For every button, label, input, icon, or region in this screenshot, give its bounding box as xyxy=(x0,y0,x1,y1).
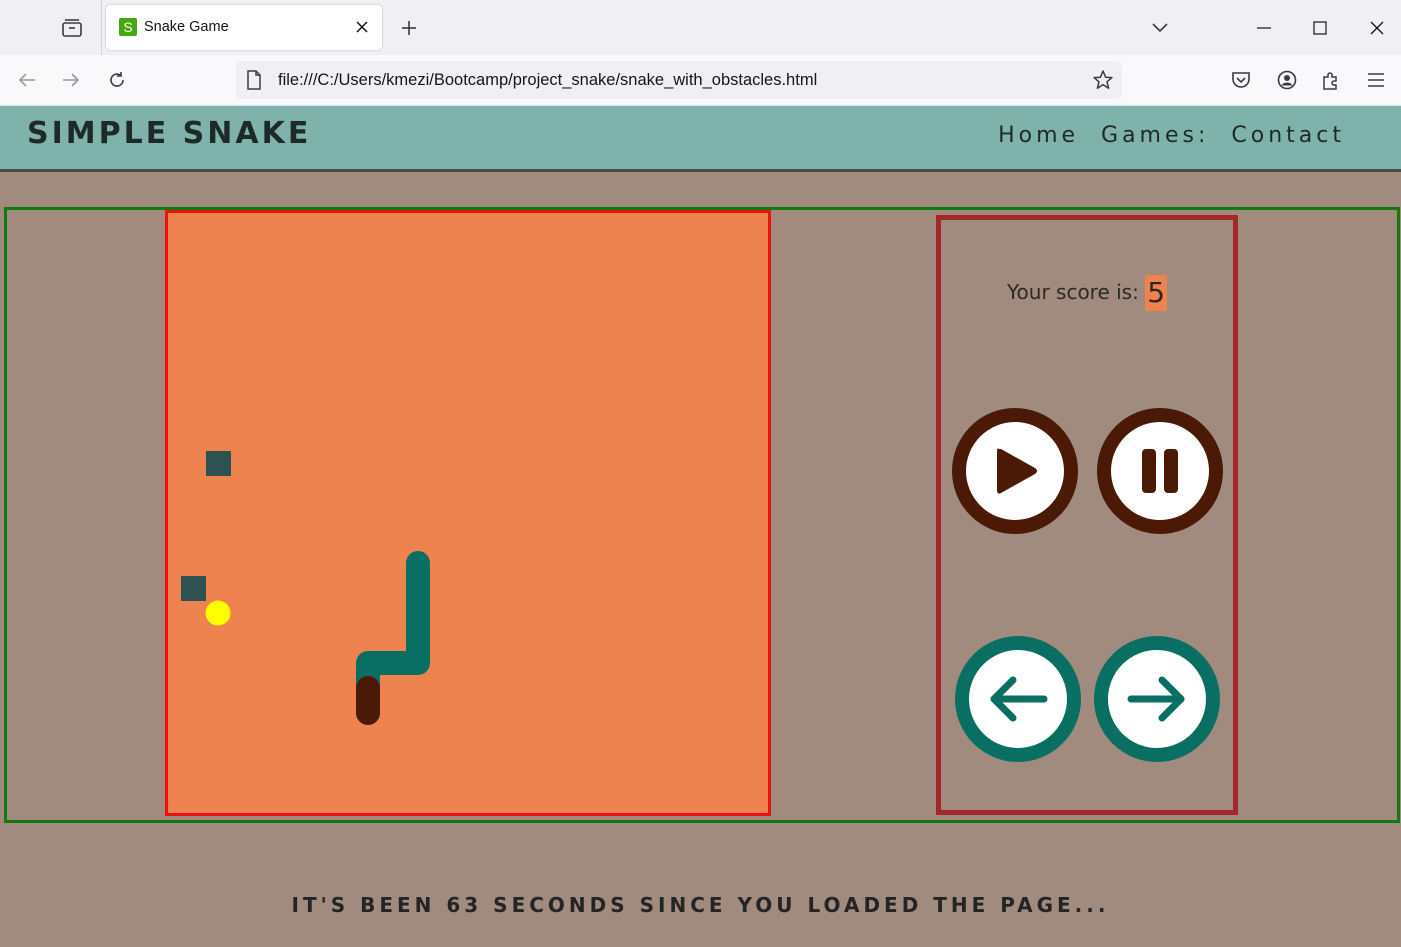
obstacle xyxy=(181,576,206,601)
forward-button[interactable] xyxy=(54,63,88,97)
nav-link-contact[interactable]: Contact xyxy=(1231,123,1345,148)
tab-list-button[interactable] xyxy=(52,9,92,47)
tab-close-button[interactable] xyxy=(350,15,374,39)
site-header: SIMPLE SNAKE Home Games: Contact xyxy=(0,106,1401,172)
maximize-icon xyxy=(1313,21,1327,35)
tab-overflow-button[interactable] xyxy=(1140,8,1180,48)
play-icon xyxy=(997,448,1037,494)
back-button[interactable] xyxy=(10,63,44,97)
window-close-button[interactable] xyxy=(1357,8,1397,48)
play-button[interactable] xyxy=(952,408,1078,534)
site-nav: Home Games: Contact xyxy=(998,123,1345,148)
minimize-icon xyxy=(1257,27,1271,29)
score-label: Your score is: xyxy=(1006,280,1139,304)
reload-icon xyxy=(110,72,124,87)
arrow-left-icon xyxy=(18,73,35,87)
plus-icon xyxy=(402,21,416,35)
maximize-button[interactable] xyxy=(1300,8,1340,48)
nav-link-games[interactable]: Games: xyxy=(1101,123,1209,148)
score-display: Your score is: 5 xyxy=(941,275,1233,311)
browser-tab-bar: S Snake Game xyxy=(0,0,1401,55)
site-title: SIMPLE SNAKE xyxy=(27,116,312,151)
tab-title: Snake Game xyxy=(144,19,229,35)
tab-list-icon xyxy=(62,19,82,37)
account-icon xyxy=(1277,70,1297,90)
url-bar[interactable]: file:///C:/Users/kmezi/Bootcamp/project_… xyxy=(236,61,1122,99)
browser-nav-bar: file:///C:/Users/kmezi/Bootcamp/project_… xyxy=(0,55,1401,106)
pause-icon xyxy=(1142,449,1178,493)
pocket-button[interactable] xyxy=(1224,63,1258,97)
nav-link-home[interactable]: Home xyxy=(998,123,1079,148)
account-button[interactable] xyxy=(1270,63,1304,97)
tab-separator xyxy=(101,0,102,55)
page-icon xyxy=(247,70,261,90)
browser-tab[interactable]: S Snake Game xyxy=(106,5,382,50)
arrow-left-icon xyxy=(990,676,1048,722)
favicon-icon: S xyxy=(119,18,137,36)
close-icon xyxy=(1370,21,1384,35)
control-panel: Your score is: 5 xyxy=(936,215,1238,815)
close-icon xyxy=(356,21,368,33)
turn-right-button[interactable] xyxy=(1094,636,1220,762)
pocket-icon xyxy=(1232,72,1250,88)
food xyxy=(205,600,231,626)
reload-button[interactable] xyxy=(100,63,134,97)
chevron-down-icon xyxy=(1152,23,1168,33)
bookmark-star-icon[interactable] xyxy=(1092,69,1114,91)
score-value: 5 xyxy=(1145,275,1168,311)
minimize-button[interactable] xyxy=(1244,8,1284,48)
puzzle-icon xyxy=(1323,72,1337,90)
obstacle xyxy=(206,451,231,476)
pause-button[interactable] xyxy=(1097,408,1223,534)
menu-button[interactable] xyxy=(1359,63,1393,97)
arrow-right-icon xyxy=(1127,676,1185,722)
elapsed-time-message: IT'S BEEN 63 SECONDS SINCE YOU LOADED TH… xyxy=(291,893,1110,917)
url-text: file:///C:/Users/kmezi/Bootcamp/project_… xyxy=(278,71,818,89)
game-board xyxy=(165,210,771,816)
hamburger-menu-icon xyxy=(1368,73,1384,87)
new-tab-button[interactable] xyxy=(394,13,424,43)
game-canvas xyxy=(181,451,430,725)
extensions-button[interactable] xyxy=(1314,63,1348,97)
turn-left-button[interactable] xyxy=(955,636,1081,762)
snake-body xyxy=(356,551,430,700)
arrow-right-icon xyxy=(63,73,80,87)
